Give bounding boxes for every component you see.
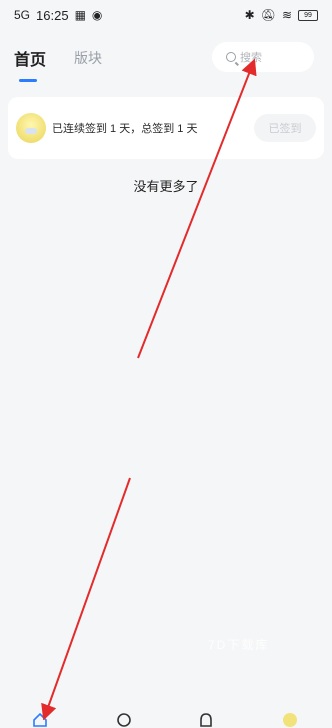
wifi-icon: ≋ (281, 8, 292, 22)
home-icon[interactable] (32, 712, 48, 728)
top-nav: 首页 版块 搜索 (0, 42, 332, 86)
search-input[interactable]: 搜索 (212, 42, 314, 72)
search-icon (226, 52, 236, 62)
checkin-button[interactable]: 已签到 (254, 114, 316, 142)
no-more-text: 没有更多了 (133, 179, 199, 194)
watermark: 7D下载库 (208, 638, 270, 652)
avatar (16, 113, 46, 143)
checkin-card: 已连续签到 1 天，总签到 1 天 已签到 (8, 97, 324, 159)
status-time: 16:25 (36, 7, 69, 23)
checkin-status-text: 已连续签到 1 天，总签到 1 天 (52, 123, 198, 135)
badge-icon: ◉ (91, 8, 103, 22)
mute-icon: 🔕︎ (260, 8, 276, 22)
annotation-arrow-home (41, 477, 131, 720)
search-placeholder: 搜索 (240, 52, 262, 64)
signal-icon: 5G (14, 8, 31, 22)
bottom-nav (0, 700, 332, 727)
message-icon[interactable] (198, 712, 214, 728)
active-tab-indicator (19, 79, 37, 82)
status-bar: 5G 16:25 ▦ ◉ ✱ 🔕︎ ≋ 99 (0, 0, 332, 30)
avatar-face (25, 128, 37, 134)
profile-icon[interactable] (282, 712, 298, 728)
notification-icon: ▦ (74, 8, 86, 22)
bluetooth-icon: ✱ (244, 8, 255, 22)
tab-boards[interactable]: 版块 (74, 48, 102, 68)
discover-icon[interactable] (116, 712, 132, 728)
battery-icon: 99 (298, 9, 318, 21)
tab-home[interactable]: 首页 (14, 46, 46, 70)
